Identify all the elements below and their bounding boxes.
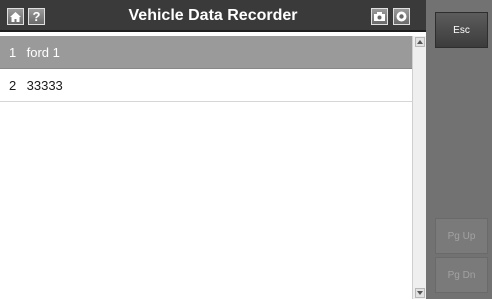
list-item-index: 1 xyxy=(9,45,17,60)
scroll-down-arrow[interactable] xyxy=(415,288,425,298)
help-icon: ? xyxy=(32,9,41,24)
home-button[interactable] xyxy=(7,8,24,25)
list-item-label: 33333 xyxy=(26,78,63,93)
list-item[interactable]: 2 33333 xyxy=(0,69,412,102)
list-item[interactable]: 1 ford 1 xyxy=(0,36,412,69)
help-button[interactable]: ? xyxy=(28,8,45,25)
record-button[interactable] xyxy=(393,8,410,25)
scrollbar[interactable] xyxy=(412,36,426,299)
page-up-button[interactable]: Pg Up xyxy=(435,218,488,254)
side-panel: Esc Pg Up Pg Dn xyxy=(426,0,492,299)
list-item-label: ford 1 xyxy=(26,45,60,60)
recording-list: 1 ford 1 2 33333 xyxy=(0,36,412,299)
page-down-button[interactable]: Pg Dn xyxy=(435,257,488,293)
record-icon xyxy=(396,11,407,22)
scroll-up-arrow[interactable] xyxy=(415,37,425,47)
camera-icon xyxy=(374,12,385,21)
page-title: Vehicle Data Recorder xyxy=(128,7,298,24)
title-bar: ? Vehicle Data Recorder xyxy=(0,0,426,32)
home-icon xyxy=(10,11,21,22)
esc-button[interactable]: Esc xyxy=(435,12,488,48)
camera-button[interactable] xyxy=(371,8,388,25)
list-item-index: 2 xyxy=(9,78,17,93)
